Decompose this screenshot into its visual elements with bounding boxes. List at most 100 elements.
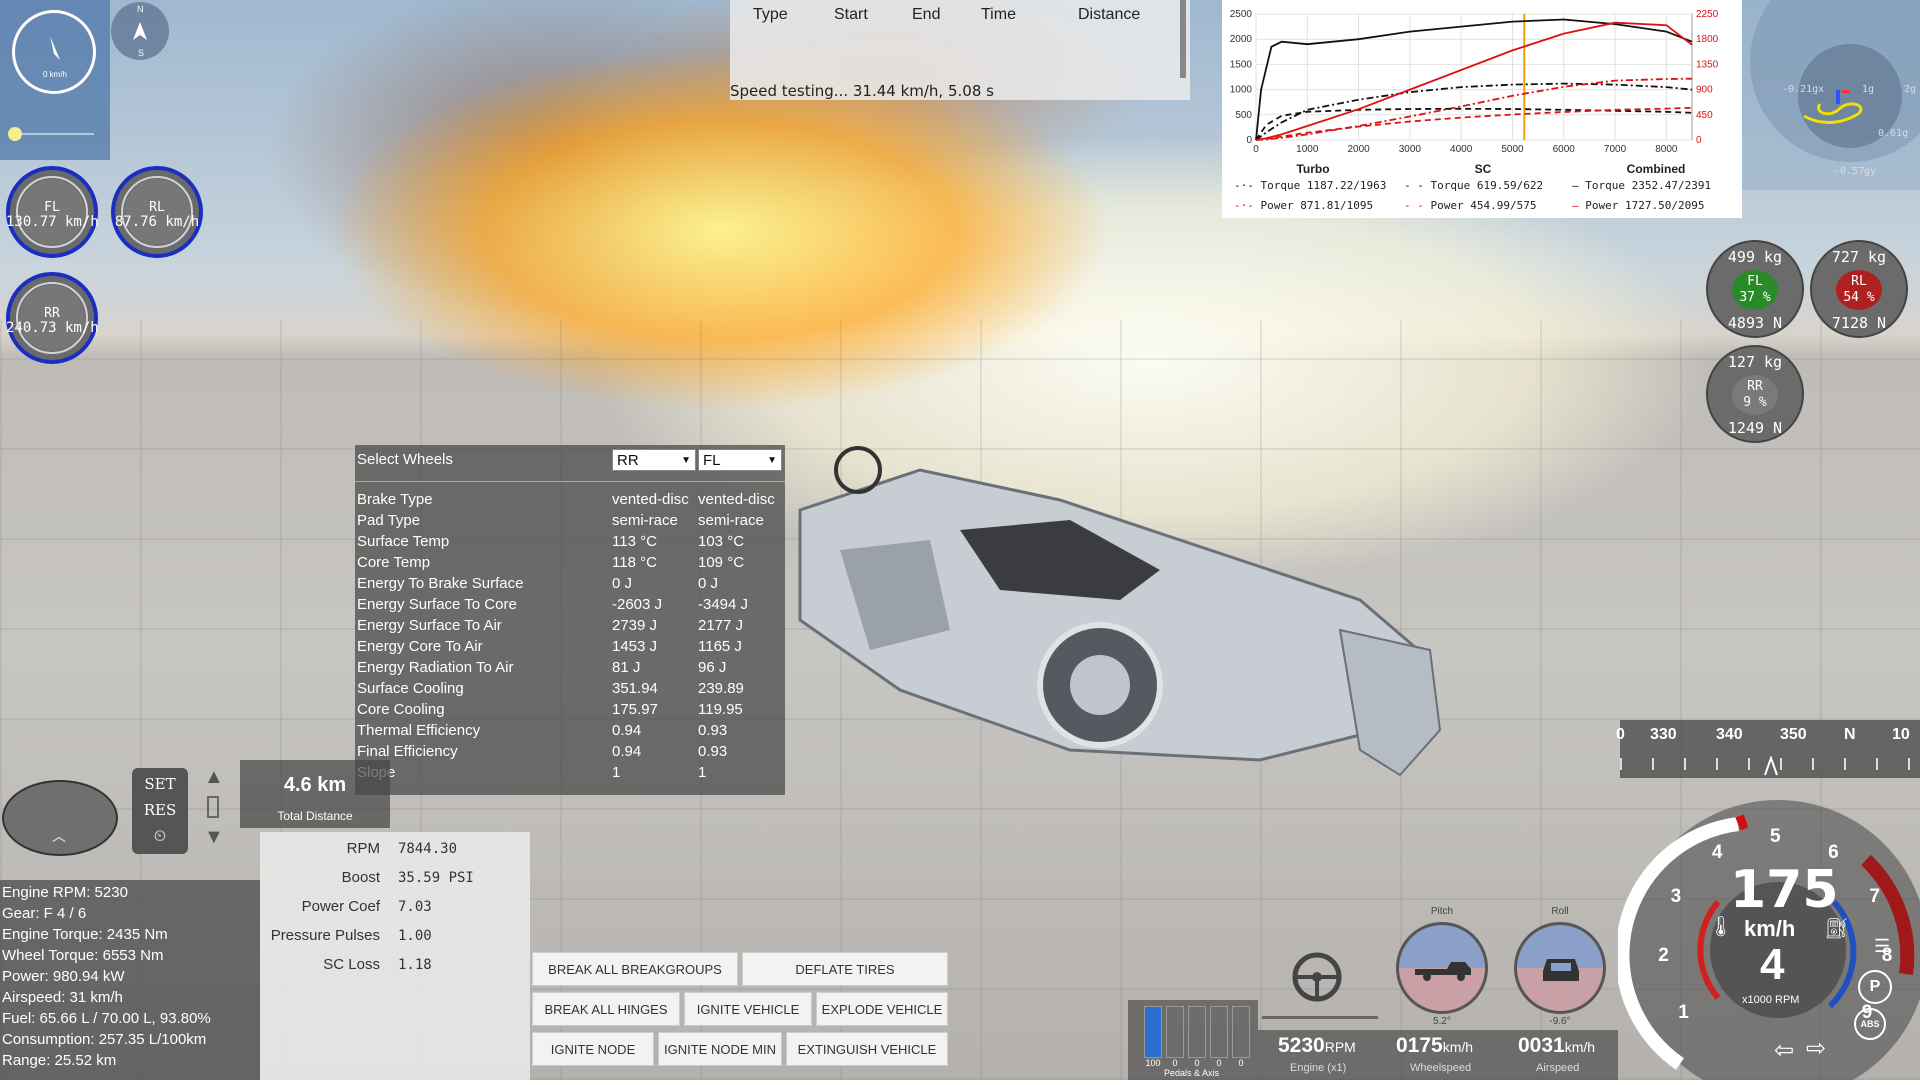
torque-curve-panel: 0 1000 2000 3000 4000 5000 6000 7000 8000 0 500 100… — [1222, 0, 1742, 218]
stat-line: Wheel Torque: 6553 Nm — [2, 947, 164, 964]
speed-unit: km/h — [1744, 916, 1796, 941]
tire-mass: 727 kg — [1831, 248, 1887, 266]
col-distance: Distance — [1078, 6, 1141, 23]
y-right-tick-label: 2250 — [1696, 9, 1719, 20]
brake-value-1: 118 °C — [612, 554, 657, 571]
cruise-set-button[interactable]: SET — [136, 772, 184, 796]
tire-mass: 499 kg — [1727, 248, 1783, 266]
wheel-value: 130.77 km/h — [6, 214, 99, 230]
engine-value: 1.00 — [398, 928, 432, 944]
engine-label: Power Coef — [301, 898, 380, 915]
ignite-node-min-button[interactable]: IGNITE NODE MIN — [658, 1032, 782, 1066]
explode-vehicle-button[interactable]: EXPLODE VEHICLE — [816, 992, 948, 1026]
truck-rear-icon — [1543, 959, 1579, 981]
pitch-value: 5.2° — [1433, 1016, 1451, 1027]
x-tick-label: 3000 — [1399, 144, 1422, 155]
fuel-pump-icon: ⛽︎ — [1824, 918, 1850, 940]
turn-right-icon: ⇨ — [1806, 1035, 1827, 1062]
x-tick-label: 8000 — [1655, 144, 1678, 155]
tire-pct: 54 % — [1843, 290, 1875, 305]
break-all-breakgroups-button[interactable]: BREAK ALL BREAKGROUPS — [532, 952, 738, 986]
divider — [355, 481, 785, 482]
tire-load-rr: 127 kg RR 9 % 1249 N — [1706, 345, 1804, 443]
airspeed-caption: Airspeed — [1536, 1062, 1580, 1074]
cruise-display: ︿ — [2, 780, 118, 856]
legend-turbo: Turbo -·- Torque 1187.22/1963 -·- Power … — [1234, 160, 1392, 216]
brake-row-label: Surface Temp — [357, 533, 450, 550]
stat-line: Range: 25.52 km — [2, 1052, 117, 1069]
brake-row-label: Energy Core To Air — [357, 638, 483, 655]
brake-value-1: 0 J — [612, 575, 633, 592]
ignite-node-button[interactable]: IGNITE NODE — [532, 1032, 654, 1066]
zoom-slider[interactable] — [10, 133, 94, 135]
speed-value: 175 — [1730, 860, 1839, 920]
tire-id: FL — [1747, 274, 1763, 289]
wheel-label: RR — [44, 306, 60, 321]
wheel-value: 240.73 km/h — [6, 320, 99, 336]
rpm-tick-label: 4 — [1711, 842, 1723, 864]
legend-power: -·- Power 871.81/1095 — [1234, 199, 1374, 212]
cruise-res-button[interactable]: RES — [136, 798, 184, 822]
pedal-value: 100 — [1145, 1058, 1161, 1068]
speed-test-scrollbar[interactable] — [1180, 0, 1186, 78]
brake-value-1: 1 — [612, 764, 621, 781]
pedal-value: 0 — [1238, 1058, 1244, 1068]
speedometer-icon[interactable]: ⏲ — [136, 824, 184, 848]
wheelspeed-readout: 0175km/h — [1396, 1034, 1474, 1057]
wheel-label: RL — [149, 200, 165, 215]
g-trail-icon — [1803, 90, 1863, 124]
distance-label: Total Distance — [277, 809, 353, 823]
x-tick-label: 1000 — [1296, 144, 1319, 155]
wheel-select-1[interactable]: RR ▼ — [612, 449, 696, 471]
cruise-down-button[interactable]: ▼ — [204, 826, 224, 849]
rpm-tick-label: 1 — [1678, 1002, 1689, 1024]
ignite-vehicle-button[interactable]: IGNITE VEHICLE — [684, 992, 812, 1026]
minimap-speed: 0 km/h — [42, 70, 67, 79]
heading-tick: N — [1844, 726, 1856, 743]
vehicle-arrow-icon — [50, 36, 60, 60]
zoom-slider-handle[interactable] — [8, 127, 22, 141]
tire-force: 4893 N — [1727, 314, 1783, 332]
engine-label: SC Loss — [323, 956, 380, 973]
compass-needle-icon — [133, 22, 147, 40]
tire-pct: 9 % — [1743, 395, 1767, 410]
deflate-tires-button[interactable]: DEFLATE TIRES — [742, 952, 948, 986]
brake-row-label: Core Temp — [357, 554, 431, 571]
pedals-axis: 100 0 0 0 0 Pedals & Axis — [1128, 1000, 1258, 1080]
engine-label: Boost — [341, 869, 380, 886]
brake-value-2: 103 °C — [698, 533, 745, 550]
pedal-value: 0 — [1216, 1058, 1222, 1068]
y-right-tick-label: 1800 — [1696, 34, 1719, 45]
wheel-select-2[interactable]: FL ▼ — [698, 449, 782, 471]
legend-torque: -·- Torque 1187.22/1963 — [1234, 179, 1387, 192]
x-tick-label: 0 — [1253, 144, 1259, 155]
brake-value-2: 1165 J — [698, 638, 742, 655]
parking-brake-icon: P — [1858, 970, 1892, 1004]
x-tick-label: 6000 — [1553, 144, 1576, 155]
break-all-hinges-button[interactable]: BREAK ALL HINGES — [532, 992, 680, 1026]
gy-value: 0.61g — [1878, 128, 1909, 139]
y-right-tick-label: 900 — [1696, 85, 1713, 96]
wheel-speed-rl: RL 87.76 km/h — [111, 166, 203, 258]
stat-line: Gear: F 4 / 6 — [2, 905, 87, 922]
wheel-speed-rr: RR 240.73 km/h — [6, 272, 99, 364]
torque-chart: 0 1000 2000 3000 4000 5000 6000 7000 8000 0 500 100… — [1230, 9, 1719, 155]
y-left-tick-label: 2500 — [1230, 9, 1253, 20]
legend-torque: - - Torque 619.59/622 — [1404, 179, 1544, 192]
brake-row-label: Thermal Efficiency — [357, 722, 481, 739]
tire-load-center: FL 37 % — [1732, 270, 1778, 310]
wheelspeed-caption: Wheelspeed — [1410, 1062, 1472, 1074]
extinguish-vehicle-button[interactable]: EXTINGUISH VEHICLE — [786, 1032, 948, 1066]
abs-icon: ABS — [1854, 1008, 1886, 1040]
col-type: Type — [753, 6, 788, 23]
temperature-icon: 🌡︎ — [1708, 916, 1734, 938]
heading-tick: 340 — [1716, 726, 1743, 743]
headlight-icon: ☰ — [1874, 936, 1891, 956]
clutch-bar — [1188, 1006, 1206, 1058]
heading-tick: 0 — [1616, 726, 1625, 743]
cruise-up-button[interactable]: ▲ — [204, 766, 224, 789]
brake-row-label: Surface Cooling — [357, 680, 464, 697]
tire-id: RL — [1851, 274, 1867, 289]
total-distance: 4.6 km Total Distance — [240, 760, 390, 828]
tire-force: 1249 N — [1727, 419, 1783, 437]
